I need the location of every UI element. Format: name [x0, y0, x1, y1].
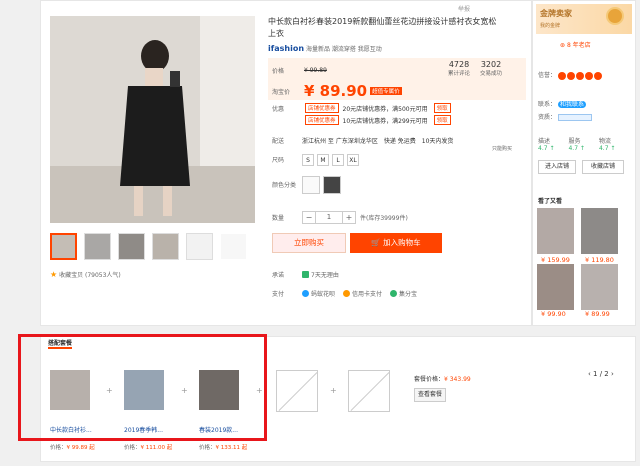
plus-sign: + — [181, 386, 188, 395]
size-label: 尺码 — [272, 157, 285, 164]
rec-price: ¥ 89.99 — [585, 310, 610, 318]
size-option[interactable]: XL — [347, 154, 359, 166]
bundle-item-image[interactable] — [124, 370, 164, 410]
shipping-label: 配送 — [272, 138, 285, 145]
thumbnail[interactable] — [84, 233, 111, 260]
promo-label: 优惠 — [272, 106, 285, 113]
quantity-input[interactable]: 1 — [315, 212, 344, 223]
coupon-row[interactable]: 店铺优惠券 20元店铺优惠券，满500元可用 领取 — [302, 103, 451, 113]
rec-price: ¥ 159.99 — [541, 256, 570, 264]
shipping-note: 只能购买 — [492, 146, 513, 152]
bundle-tab[interactable]: 搭配套餐 — [48, 338, 73, 349]
thumbnail[interactable] — [152, 233, 179, 260]
contact-row[interactable]: 联系： 和我联系 — [538, 99, 586, 108]
current-price: ¥ 89.90 — [304, 82, 368, 100]
color-options — [302, 176, 344, 194]
huabei-icon — [302, 290, 310, 297]
recommended-item[interactable] — [537, 264, 574, 310]
favorite-shop-button[interactable]: 收藏店铺 — [582, 160, 624, 174]
cart-icon: 🛒 — [371, 238, 381, 247]
bundle-item-price: 价格：¥ 111.00 起 — [124, 445, 173, 451]
plus-sign: + — [256, 386, 263, 395]
also-viewed-title: 看了又看 — [538, 198, 563, 205]
medal-icon — [606, 7, 624, 25]
color-label: 颜色分类 — [272, 182, 297, 189]
size-option[interactable]: S — [302, 154, 314, 166]
shop-years: ⊛ 8 年老店 — [560, 42, 591, 49]
thumbnail[interactable] — [186, 233, 213, 260]
thumbnail[interactable] — [220, 233, 247, 260]
price-tag: 超值专属价 — [370, 87, 402, 95]
bundle-item-name[interactable]: 2019春季韩... — [124, 425, 163, 434]
recommended-item[interactable] — [581, 264, 618, 310]
current-price-row: 淘宝价 ¥ 89.90 超值专属价 — [272, 82, 402, 100]
seven-day-icon — [302, 271, 310, 278]
set-price: 套餐价格：¥ 343.99 — [414, 376, 471, 383]
report-link[interactable]: 举报 — [458, 4, 470, 13]
add-to-cart-button[interactable]: 🛒 加入购物车 — [350, 233, 442, 253]
bundle-item-price: 价格：¥ 99.89 起 — [50, 445, 95, 451]
view-bundle-button[interactable]: 查看套餐 — [414, 388, 446, 402]
next-icon: › — [608, 370, 614, 378]
bundle-item-image[interactable] — [50, 370, 90, 410]
jifenbao-icon — [390, 290, 398, 297]
quantity-row: 数量 − 1 + 件(库存39999件) — [272, 211, 408, 224]
shipping-row[interactable]: 浙江杭州 至 广东深圳龙华区 快递 免运费 10天内发货 — [302, 136, 453, 145]
payment-row: 支付 蚂蚁花呗 信用卡支付 集分宝 — [272, 290, 418, 298]
plus-button[interactable]: + — [343, 212, 355, 223]
shop-icon: ⊛ — [560, 42, 567, 49]
claim-button: 领取 — [433, 103, 451, 113]
brand-line[interactable]: ifashion 海量新品 潮流穿搭 我愿互动 — [268, 44, 382, 53]
promise-row: 承诺 7天无理由 — [272, 271, 339, 279]
bundle-item-image[interactable] — [199, 370, 239, 410]
qualification-row: 资质： — [538, 112, 592, 121]
bundle-placeholder — [348, 370, 390, 412]
thumbnail-strip — [50, 233, 247, 260]
claim-button: 领取 — [433, 115, 451, 125]
minus-button[interactable]: − — [303, 212, 315, 223]
bundle-item-name[interactable]: 春装2019款... — [199, 425, 238, 434]
recommended-item[interactable] — [581, 208, 618, 254]
size-options: S M L XL — [302, 154, 362, 166]
bundle-pager[interactable]: ‹ 1 / 2 › — [588, 370, 614, 378]
color-option-white[interactable] — [302, 176, 320, 194]
credit-row: 信誉： — [538, 70, 603, 80]
credit-card-icon — [343, 290, 351, 297]
thumbnail-video[interactable] — [50, 233, 77, 260]
recommended-item[interactable] — [537, 208, 574, 254]
favorite-item[interactable]: ★ 收藏宝贝 (79053人气) — [50, 270, 121, 279]
product-title: 中长款白衬衫春装2019新款翻仙蕾丝花边拼接设计感衬衣女宽松上衣 — [268, 17, 497, 38]
ifashion-logo: ifashion — [268, 44, 305, 53]
bundle-item-name[interactable]: 中长款白衬衫... — [50, 425, 92, 434]
original-price-row: 价格 ¥ 99.89 — [272, 67, 327, 75]
star-icon: ★ — [50, 270, 58, 279]
bundle-item-price: 价格：¥ 133.11 起 — [199, 445, 248, 451]
coupon-row[interactable]: 店铺优惠券 10元店铺优惠券，满299元可用 领取 — [302, 115, 451, 125]
main-product-image[interactable] — [50, 16, 255, 223]
color-option-black[interactable] — [323, 176, 341, 194]
rec-price: ¥ 119.80 — [585, 256, 614, 264]
bundle-placeholder — [276, 370, 318, 412]
rec-price: ¥ 99.90 — [541, 310, 566, 318]
enter-shop-button[interactable]: 进入店铺 — [538, 160, 576, 174]
model-photo — [50, 16, 255, 223]
quantity-stepper[interactable]: − 1 + — [302, 211, 357, 224]
buy-now-button[interactable]: 立即购买 — [272, 233, 346, 253]
plus-sign: + — [330, 386, 337, 395]
size-option[interactable]: M — [317, 154, 329, 166]
shop-scores: 描述 4.7 ↑ 服务 4.7 ↑ 物流 4.7 ↑ — [538, 138, 616, 152]
sales-stats: 4728 累计评论 3202 交易成功 — [448, 60, 503, 77]
thumbnail[interactable] — [118, 233, 145, 260]
plus-sign: + — [106, 386, 113, 395]
gold-seller-badge[interactable]: 金牌卖家 我的金牌 — [536, 4, 632, 34]
size-option[interactable]: L — [332, 154, 344, 166]
